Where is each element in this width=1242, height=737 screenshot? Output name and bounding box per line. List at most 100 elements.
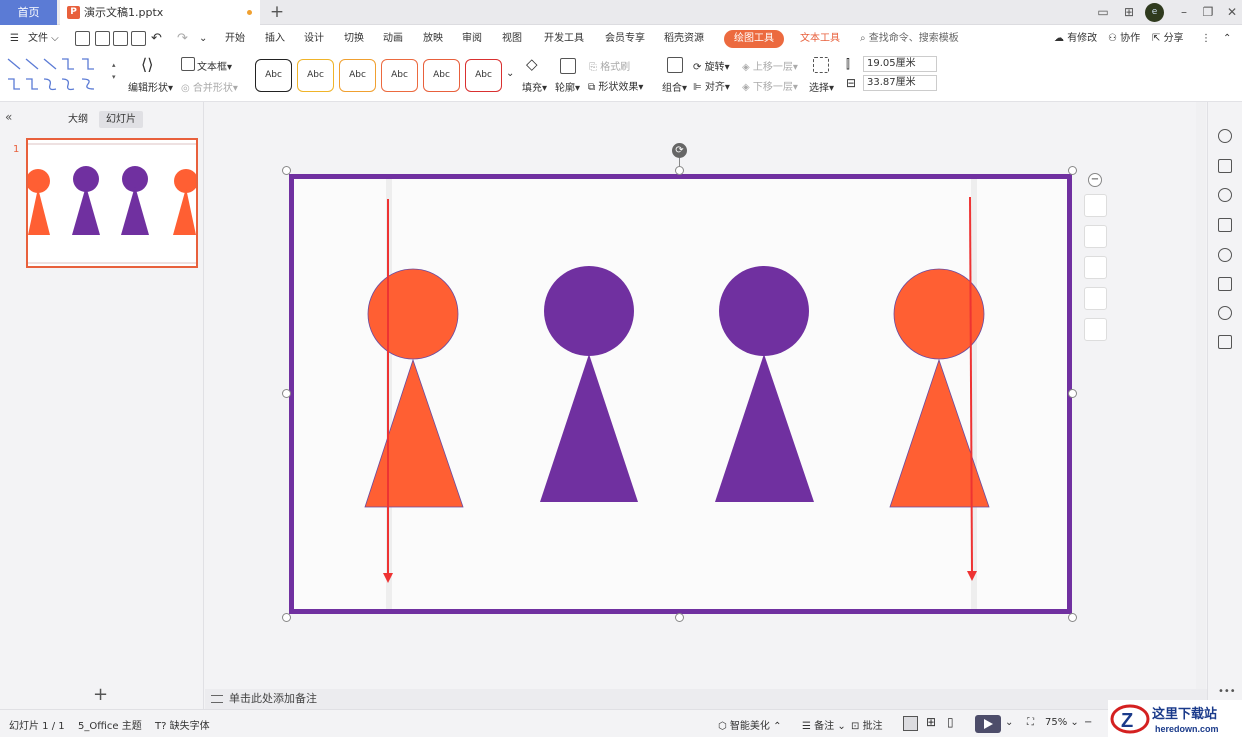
- save-icon[interactable]: [75, 31, 90, 46]
- tab-slides[interactable]: 幻灯片: [99, 111, 143, 128]
- missing-font-button[interactable]: T? 缺失字体: [155, 717, 210, 732]
- resize-handle-w[interactable]: [282, 389, 291, 398]
- align-button[interactable]: ⊫ 对齐▾: [693, 78, 730, 93]
- tab-outline[interactable]: 大纲: [61, 111, 95, 128]
- tab-document[interactable]: P 演示文稿1.pptx: [60, 0, 260, 25]
- slide-thumbnail[interactable]: [26, 138, 198, 268]
- fill-button[interactable]: 填充▾: [522, 79, 547, 94]
- notes-toggle-button[interactable]: ☰ 备注 ⌄: [802, 717, 846, 732]
- grid-apps-icon[interactable]: ⊞: [1118, 0, 1140, 25]
- height-input[interactable]: 19.05厘米: [863, 56, 937, 72]
- shape-effect-button[interactable]: ⧉ 形状效果▾: [588, 78, 643, 93]
- float-fill-icon[interactable]: [1084, 256, 1107, 279]
- add-tab-button[interactable]: +: [268, 1, 286, 23]
- close-icon[interactable]: ✕: [1221, 0, 1242, 25]
- float-shape-icon[interactable]: [1084, 194, 1107, 217]
- command-search[interactable]: ⌕ 查找命令、搜索模板: [860, 30, 959, 48]
- comment-button[interactable]: ⊡ 批注: [851, 717, 883, 732]
- vertical-scrollbar[interactable]: [1196, 102, 1206, 689]
- style-more-icon[interactable]: ⌄: [506, 68, 514, 79]
- shape-style-1[interactable]: Abc: [255, 59, 292, 92]
- minimize-icon[interactable]: –: [1173, 0, 1195, 25]
- notes-bar[interactable]: 单击此处添加备注: [205, 689, 1207, 709]
- menu-slideshow[interactable]: 放映: [423, 30, 443, 48]
- resize-handle-se[interactable]: [1068, 613, 1077, 622]
- avatar[interactable]: e: [1145, 3, 1164, 22]
- format-painter-button[interactable]: ⎘ 格式刷: [589, 58, 630, 73]
- menu-member[interactable]: 会员专享: [605, 30, 645, 48]
- textbox-button[interactable]: 文本框▾: [197, 58, 232, 73]
- play-slideshow-button[interactable]: [975, 715, 1001, 733]
- shape-style-4[interactable]: Abc: [381, 59, 418, 92]
- location-icon[interactable]: [1218, 306, 1232, 320]
- more-options-icon[interactable]: •••: [1218, 686, 1236, 697]
- menu-animation[interactable]: 动画: [383, 30, 403, 48]
- collapse-pane-icon[interactable]: «: [5, 110, 12, 124]
- sorter-view-icon[interactable]: ⊞: [926, 715, 936, 729]
- collapse-float-icon[interactable]: −: [1088, 173, 1102, 187]
- tab-home[interactable]: 首页: [0, 0, 57, 25]
- rocket-icon[interactable]: [1218, 129, 1232, 143]
- collapse-ribbon-icon[interactable]: ⌃: [1223, 30, 1231, 48]
- resize-handle-sw[interactable]: [282, 613, 291, 622]
- reading-view-icon[interactable]: ▯: [947, 715, 954, 729]
- bring-forward-button[interactable]: ◈ 上移一层▾: [742, 58, 798, 73]
- shape-style-2[interactable]: Abc: [297, 59, 334, 92]
- menu-home[interactable]: 开始: [225, 30, 245, 48]
- menu-docer[interactable]: 稻壳资源: [664, 30, 704, 48]
- print-icon[interactable]: [113, 31, 128, 46]
- shape-style-5[interactable]: Abc: [423, 59, 460, 92]
- float-idea-icon[interactable]: [1084, 318, 1107, 341]
- select-button[interactable]: 选择▾: [809, 79, 834, 94]
- width-input[interactable]: 33.87厘米: [863, 75, 937, 91]
- figure-purple-2[interactable]: [715, 266, 814, 502]
- menu-review[interactable]: 审阅: [462, 30, 482, 48]
- merge-shape-button[interactable]: ◎ 合并形状▾: [181, 79, 238, 94]
- preview-icon[interactable]: [131, 31, 146, 46]
- group-button[interactable]: 组合▾: [662, 79, 687, 94]
- cube-icon[interactable]: [1218, 335, 1232, 349]
- image-icon[interactable]: [1218, 277, 1232, 291]
- star-icon[interactable]: [1218, 188, 1232, 202]
- resize-handle-n[interactable]: [675, 166, 684, 175]
- export-icon[interactable]: [95, 31, 110, 46]
- figure-orange-left[interactable]: [364, 268, 464, 508]
- zoom-level[interactable]: 75% ⌄: [1045, 717, 1079, 728]
- outline-button[interactable]: 轮廓▾: [555, 79, 580, 94]
- smart-beautify-button[interactable]: ⬡ 智能美化 ⌃: [718, 717, 781, 732]
- play-options-icon[interactable]: ⌄: [1005, 717, 1013, 728]
- layout-icon[interactable]: ▭: [1092, 0, 1114, 25]
- rotate-button[interactable]: ⟳ 旋转▾: [693, 58, 730, 73]
- resize-handle-e[interactable]: [1068, 389, 1077, 398]
- more-icon[interactable]: ⋮: [1201, 30, 1211, 48]
- connector-gallery[interactable]: ▴ ▾: [6, 55, 118, 95]
- hamburger-icon[interactable]: ☰: [10, 30, 19, 48]
- help-icon[interactable]: [1218, 248, 1232, 262]
- menu-view[interactable]: 视图: [502, 30, 522, 48]
- redo-icon[interactable]: ↷: [177, 30, 188, 48]
- resize-handle-nw[interactable]: [282, 166, 291, 175]
- shape-style-3[interactable]: Abc: [339, 59, 376, 92]
- figure-purple-1[interactable]: [540, 266, 638, 502]
- menu-design[interactable]: 设计: [304, 30, 324, 48]
- menu-drawing-tool[interactable]: 绘图工具: [724, 30, 784, 48]
- shape-style-6[interactable]: Abc: [465, 59, 502, 92]
- menu-file[interactable]: 文件 ⌵: [28, 30, 59, 48]
- menu-developer[interactable]: 开发工具: [544, 30, 584, 48]
- slide[interactable]: [289, 174, 1072, 614]
- menu-insert[interactable]: 插入: [265, 30, 285, 48]
- restore-icon[interactable]: ❐: [1197, 0, 1219, 25]
- collab-button[interactable]: ⚇ 协作: [1108, 30, 1140, 48]
- customize-icon[interactable]: ⌄: [199, 30, 207, 48]
- float-pen-icon[interactable]: [1084, 225, 1107, 248]
- resize-handle-ne[interactable]: [1068, 166, 1077, 175]
- menu-transition[interactable]: 切换: [344, 30, 364, 48]
- theme-name[interactable]: 5_Office 主题: [78, 717, 142, 732]
- modified-button[interactable]: ☁ 有修改: [1054, 30, 1097, 48]
- resize-handle-s[interactable]: [675, 613, 684, 622]
- fit-window-icon[interactable]: ⛶: [1027, 717, 1034, 728]
- add-slide-button[interactable]: +: [93, 684, 108, 705]
- edit-shape-button[interactable]: 编辑形状▾: [128, 79, 173, 94]
- share-button[interactable]: ⇱ 分享: [1152, 30, 1184, 48]
- send-backward-button[interactable]: ◈ 下移一层▾: [742, 78, 798, 93]
